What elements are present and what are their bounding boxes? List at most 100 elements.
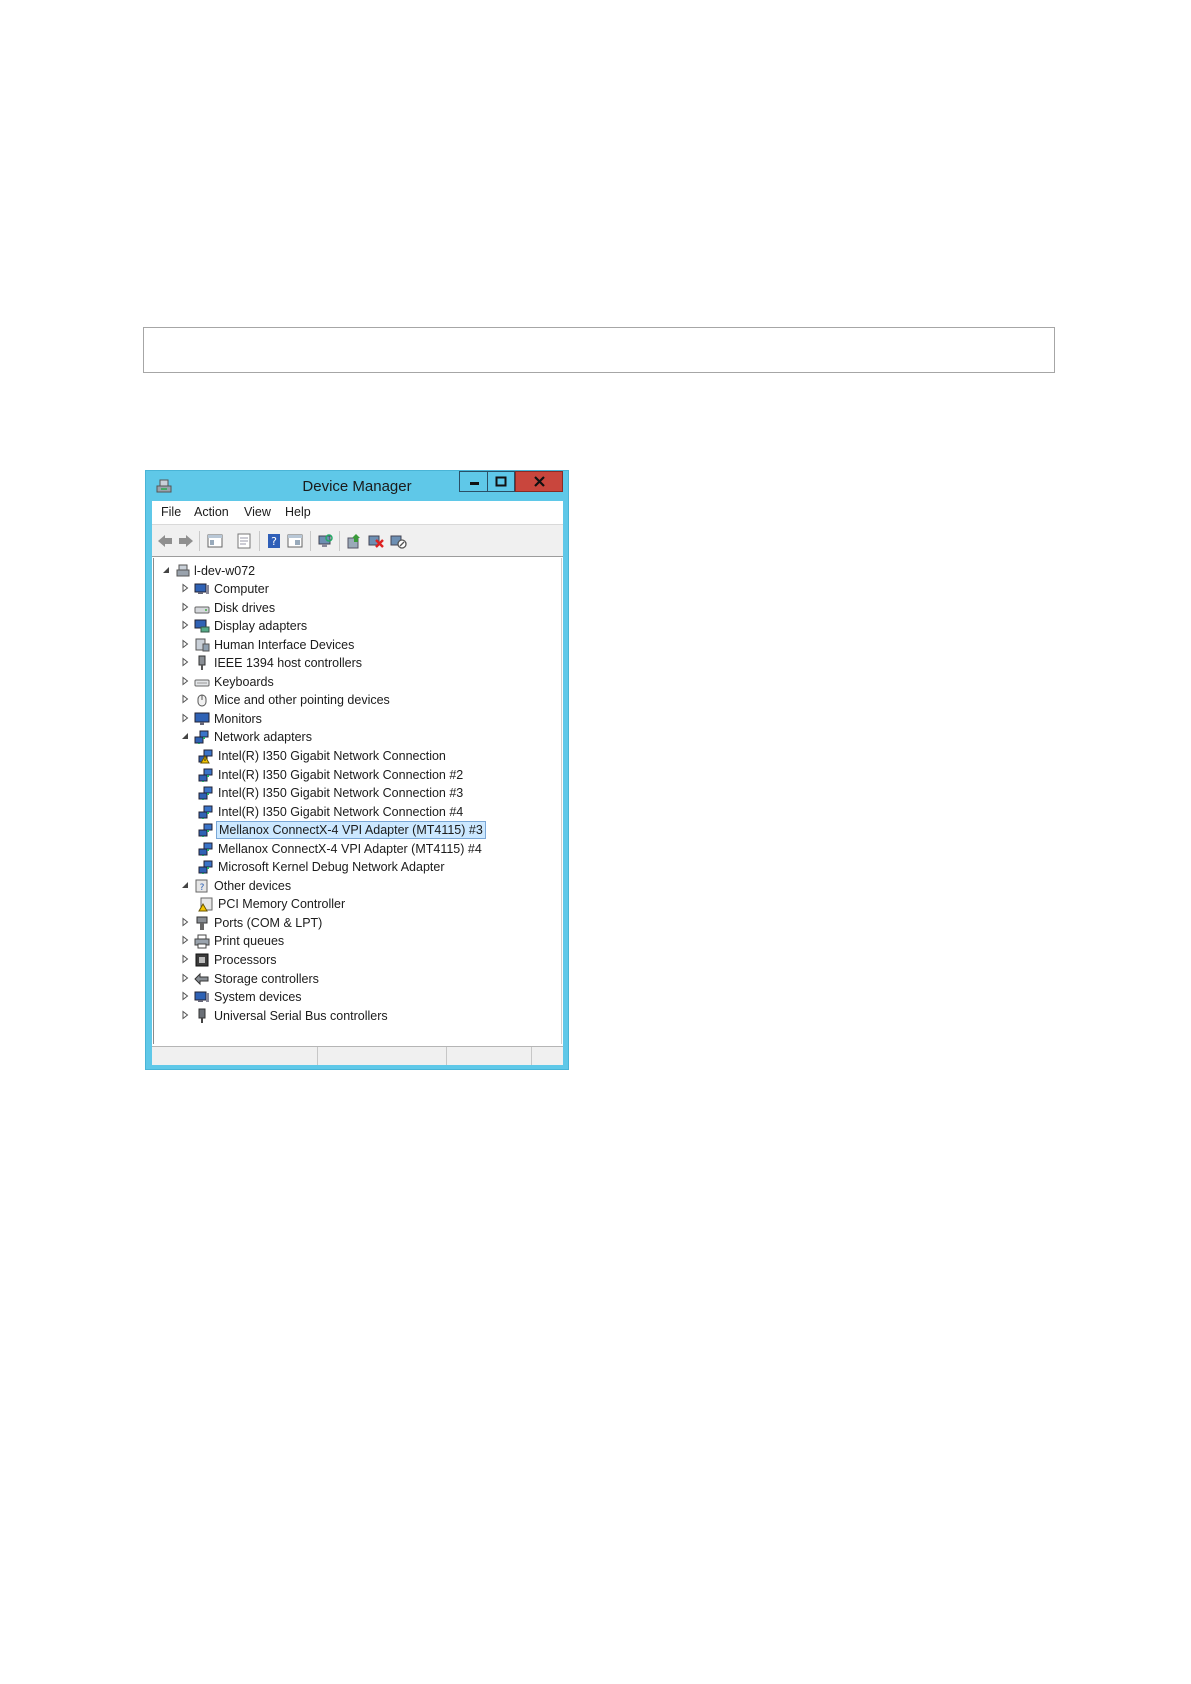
tree-item-label: Computer <box>214 582 269 596</box>
printer-icon <box>194 934 210 949</box>
tree-item-label: Intel(R) I350 Gigabit Network Connection… <box>218 767 464 782</box>
tree-root-label: l-dev-w072 <box>194 564 256 578</box>
close-button[interactable] <box>515 471 563 492</box>
title-bar[interactable]: Device Manager <box>146 471 568 501</box>
tree-item-label: Other devices <box>214 878 292 893</box>
tree-item-label: Disk drives <box>214 600 276 615</box>
menu-file[interactable]: File <box>161 505 181 519</box>
expanded-arrow-icon[interactable] <box>180 880 190 890</box>
close-icon <box>534 476 545 487</box>
collapsed-arrow-icon[interactable] <box>180 583 190 593</box>
menu-bar: File Action View Help <box>152 501 563 523</box>
tree-item-label: Ports (COM & LPT) <box>214 915 323 930</box>
collapsed-arrow-icon[interactable] <box>180 639 190 649</box>
tree-item-label: Mellanox ConnectX-4 VPI Adapter (MT4115)… <box>216 821 486 840</box>
maximize-icon <box>495 476 507 487</box>
toolbar-separator <box>259 531 260 551</box>
tree-item-label: Intel(R) I350 Gigabit Network Connection… <box>218 786 464 801</box>
expanded-arrow-icon[interactable] <box>180 731 190 741</box>
collapsed-arrow-icon[interactable] <box>180 1010 190 1020</box>
tree-item-label: PCI Memory Controller <box>218 897 346 912</box>
client-area: File Action View Help ? l-dev-w072 Compu… <box>152 501 563 1065</box>
svg-text:?: ? <box>200 883 205 893</box>
tree-item-label: IEEE 1394 host controllers <box>214 656 362 671</box>
collapsed-arrow-icon[interactable] <box>180 954 190 964</box>
device-tree[interactable]: l-dev-w072 Computer Disk drives Display ad… <box>153 558 562 1044</box>
tree-item-label: System devices <box>214 990 302 1005</box>
monitor-icon <box>194 712 210 725</box>
tree-item-label: Monitors <box>214 711 262 726</box>
forward-icon[interactable] <box>177 532 195 550</box>
maximize-button[interactable] <box>488 471 515 492</box>
toolbar-separator <box>199 531 200 551</box>
ieee1394-icon <box>198 655 206 671</box>
port-icon <box>196 916 208 930</box>
scan-hardware-icon[interactable] <box>316 532 334 550</box>
collapsed-arrow-icon[interactable] <box>180 935 190 945</box>
toolbar: ? <box>152 524 563 557</box>
tree-item-label: Microsoft Kernel Debug Network Adapter <box>218 860 445 875</box>
tree-item-label: Keyboards <box>214 674 274 689</box>
other-devices-icon: ? <box>195 879 208 893</box>
network-adapter-icon <box>198 805 213 819</box>
mouse-icon <box>197 694 207 707</box>
status-pane-2 <box>318 1047 447 1065</box>
expanded-arrow-icon[interactable] <box>161 565 171 575</box>
device-manager-window: Device Manager File Action View Help ? l… <box>145 470 569 1070</box>
menu-action[interactable]: Action <box>194 505 229 519</box>
back-icon[interactable] <box>156 532 174 550</box>
keyboard-icon <box>194 679 210 687</box>
status-pane-3 <box>447 1047 532 1065</box>
collapsed-arrow-icon[interactable] <box>180 917 190 927</box>
toolbar-separator <box>310 531 311 551</box>
help-icon[interactable]: ? <box>265 532 283 550</box>
computer-icon <box>194 583 209 594</box>
collapsed-arrow-icon[interactable] <box>180 620 190 630</box>
disk-drive-icon <box>194 606 210 614</box>
tree-item-label: Mice and other pointing devices <box>214 693 390 708</box>
network-adapter-icon <box>198 768 213 782</box>
computer-root-icon <box>176 564 190 577</box>
collapsed-arrow-icon[interactable] <box>180 973 190 983</box>
tree-item-label: Processors <box>214 953 277 967</box>
menu-help[interactable]: Help <box>285 505 311 519</box>
minimize-icon <box>470 482 479 485</box>
status-bar <box>152 1046 563 1065</box>
network-adapter-icon <box>198 823 213 838</box>
processor-icon <box>195 953 209 967</box>
minimize-button[interactable] <box>459 471 488 492</box>
uninstall-icon[interactable] <box>367 532 385 550</box>
collapsed-arrow-icon[interactable] <box>180 602 190 612</box>
empty-text-box <box>143 327 1055 373</box>
disable-icon[interactable] <box>389 532 407 550</box>
tree-item-label: Human Interface Devices <box>214 637 355 652</box>
unknown-device-warning-icon <box>198 897 213 912</box>
network-adapter-icon <box>194 730 209 745</box>
properties-icon[interactable] <box>235 532 253 550</box>
collapsed-arrow-icon[interactable] <box>180 991 190 1001</box>
collapsed-arrow-icon[interactable] <box>180 657 190 667</box>
collapsed-arrow-icon[interactable] <box>180 676 190 686</box>
toolbar-separator <box>339 531 340 551</box>
display-adapter-icon <box>194 619 210 633</box>
menu-view[interactable]: View <box>244 505 271 519</box>
system-devices-icon <box>194 991 209 1003</box>
update-driver-icon[interactable] <box>345 532 363 550</box>
view-icon[interactable] <box>286 532 304 550</box>
network-adapter-icon <box>198 842 213 856</box>
tree-item-label: Intel(R) I350 Gigabit Network Connection <box>218 748 446 763</box>
network-adapter-icon <box>198 860 213 875</box>
collapsed-arrow-icon[interactable] <box>180 713 190 723</box>
network-adapter-warning-icon <box>198 749 213 764</box>
tree-item-label: Network adapters <box>214 730 312 745</box>
tree-item-label: Display adapters <box>214 619 308 634</box>
tree-item-label: Universal Serial Bus controllers <box>214 1008 388 1023</box>
tree-item-label: Mellanox ConnectX-4 VPI Adapter (MT4115)… <box>218 841 482 856</box>
show-hide-console-tree-icon[interactable] <box>206 532 224 550</box>
collapsed-arrow-icon[interactable] <box>180 694 190 704</box>
tree-item-label: Intel(R) I350 Gigabit Network Connection… <box>218 804 464 819</box>
svg-text:?: ? <box>271 535 277 548</box>
status-pane-1 <box>152 1047 318 1065</box>
usb-icon <box>198 1008 206 1023</box>
hid-icon <box>195 638 210 652</box>
